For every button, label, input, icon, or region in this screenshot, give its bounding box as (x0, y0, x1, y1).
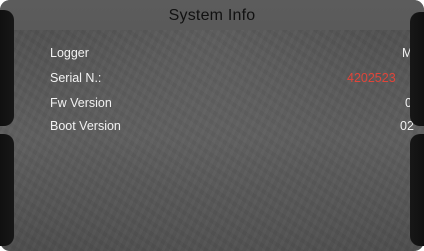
logger-label: Logger (50, 46, 89, 60)
serial-label: Serial N.: (50, 71, 102, 85)
info-row-logger: Logger M (50, 46, 424, 64)
info-row-boot-version: Boot Version 02 (50, 119, 424, 137)
screen-title: System Info (168, 7, 256, 24)
boot-version-label: Boot Version (50, 119, 121, 133)
right-soft-key-top[interactable] (410, 12, 424, 126)
screen: System Info Logger M Serial N.: 4202523 … (0, 0, 424, 251)
left-soft-key-top[interactable] (0, 10, 14, 126)
info-row-serial: Serial N.: 4202523 (50, 71, 424, 89)
left-soft-key-bottom[interactable] (0, 134, 14, 246)
info-row-fw-version: Fw Version 0 (50, 96, 424, 114)
device-display: System Info Logger M Serial N.: 4202523 … (0, 0, 424, 251)
serial-value: 4202523 (347, 71, 396, 85)
title-bar: System Info (0, 0, 424, 30)
fw-version-label: Fw Version (50, 96, 112, 110)
right-soft-key-bottom[interactable] (410, 134, 424, 246)
